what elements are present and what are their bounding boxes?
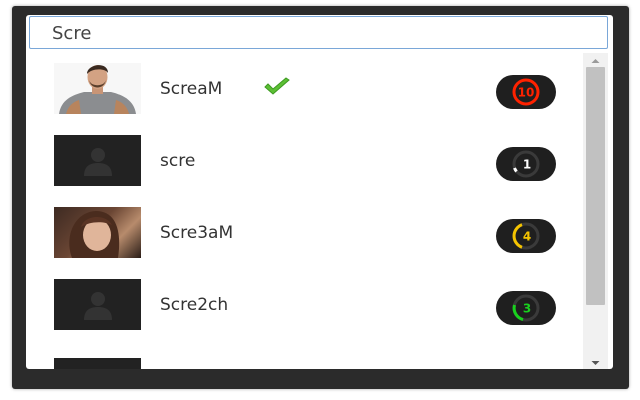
result-name: ScreaM [160, 79, 223, 99]
level-value: 10 [518, 86, 535, 100]
result-name: scre [160, 151, 196, 171]
result-name: Scre2ch [160, 295, 229, 315]
user-silhouette-icon [84, 148, 112, 176]
result-row[interactable]: Scre2ch 3 [26, 269, 582, 341]
result-row[interactable]: Scre3aM 4 [26, 197, 582, 269]
level-value: 4 [523, 230, 531, 244]
result-row[interactable] [26, 341, 582, 369]
avatar [54, 207, 141, 258]
scrollbar-thumb[interactable] [586, 67, 605, 305]
arrow-down-icon[interactable] [583, 355, 608, 369]
results-list[interactable]: ScreaM 10 scre 1 Scre3aM 4 Scre2ch 3 [26, 53, 582, 369]
arrow-up-icon[interactable] [583, 53, 608, 67]
scrollbar[interactable] [583, 53, 608, 369]
result-row[interactable]: ScreaM 10 [26, 53, 582, 125]
level-value: 3 [523, 302, 531, 316]
search-input[interactable] [29, 16, 608, 49]
level-badge: 3 [496, 291, 556, 325]
avatar [54, 279, 141, 330]
checkmark-icon [262, 77, 292, 101]
result-row[interactable]: scre 1 [26, 125, 582, 197]
user-silhouette-icon [84, 292, 112, 320]
avatar [54, 135, 141, 186]
level-badge: 1 [496, 147, 556, 181]
level-value: 1 [523, 158, 531, 172]
level-badge: 4 [496, 219, 556, 253]
avatar [54, 358, 141, 369]
result-name: Scre3aM [160, 223, 234, 243]
avatar [54, 63, 141, 114]
level-badge: 10 [496, 75, 556, 109]
search-panel: ScreaM 10 scre [26, 15, 613, 369]
